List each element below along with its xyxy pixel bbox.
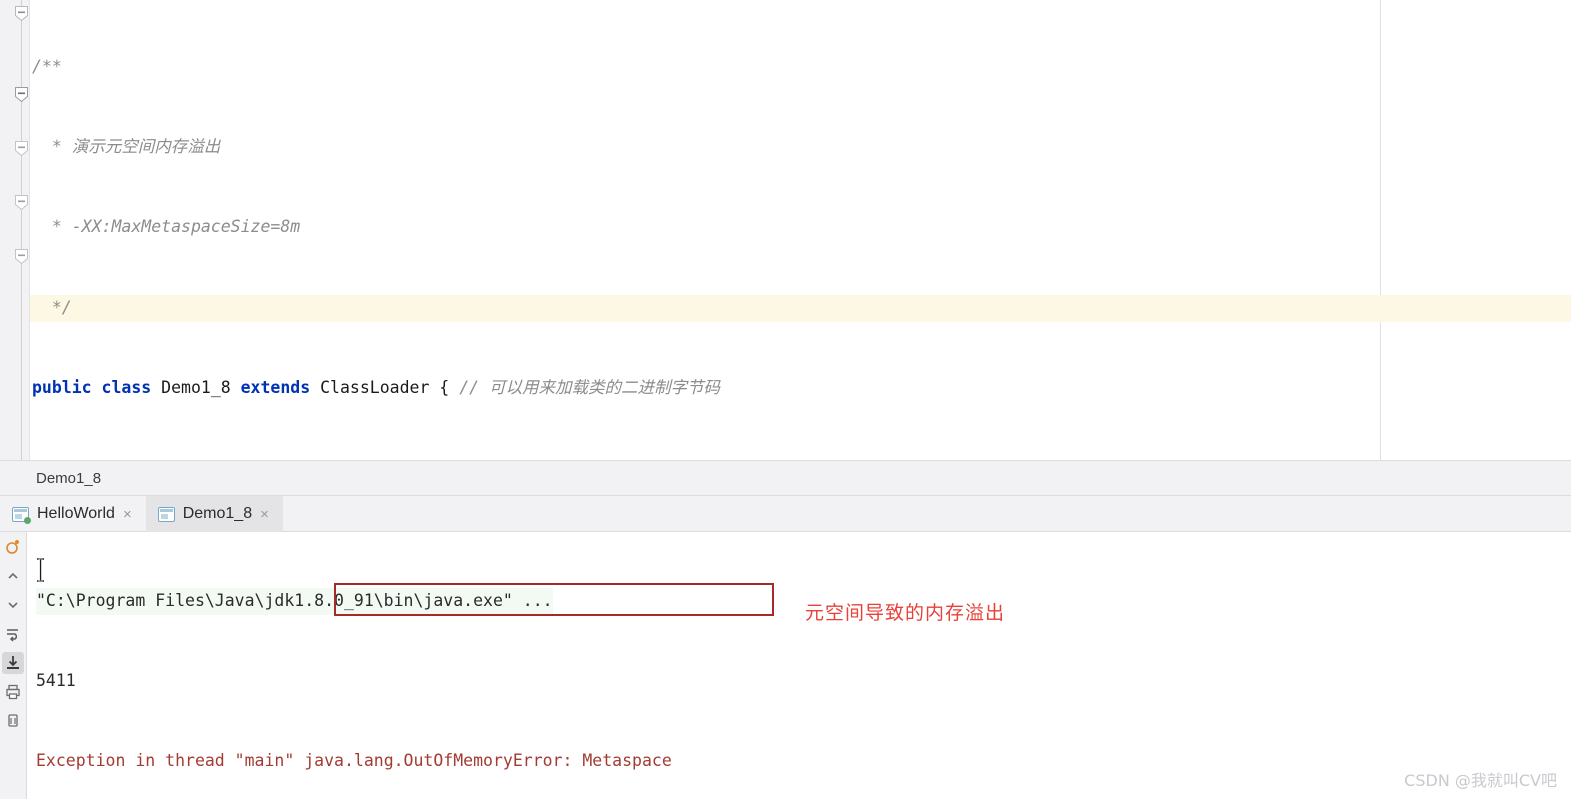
code-line: /** [32, 56, 62, 76]
code-line: * -XX:MaxMetaspaceSize=8m [32, 217, 301, 237]
code-editor[interactable]: /** * 演示元空间内存溢出 * -XX:MaxMetaspaceSize=8… [0, 0, 1571, 460]
fold-marker-icon[interactable] [13, 248, 30, 265]
console-side-toolbar[interactable] [0, 532, 27, 799]
run-tool-window: HelloWorld × Demo1_8 × "C:\Program Files… [0, 496, 1571, 799]
clear-all-icon[interactable] [2, 710, 24, 732]
breadcrumb[interactable]: Demo1_8 [0, 460, 1571, 496]
code-line-highlighted: */ [30, 294, 1571, 322]
csdn-watermark: CSDN @我就叫CV吧 [1404, 771, 1557, 790]
console-stdout-line: 5411 [28, 668, 1571, 695]
stdout-value: 5411 [36, 670, 76, 690]
run-tab-label: HelloWorld [37, 505, 115, 522]
close-icon[interactable]: × [260, 507, 269, 522]
soft-wrap-icon[interactable] [2, 623, 24, 645]
fold-marker-icon[interactable] [13, 5, 30, 22]
console-exception-line: Exception in thread "main" java.lang.Out… [28, 748, 1571, 775]
run-tab-label: Demo1_8 [182, 505, 253, 522]
fold-rail [21, 0, 22, 460]
annotation-label: 元空间导致的内存溢出 [805, 602, 1006, 624]
print-icon[interactable] [2, 681, 24, 703]
down-arrow-icon[interactable] [2, 594, 24, 616]
console-command-line: "C:\Program Files\Java\jdk1.8.0_91\bin\j… [28, 588, 1571, 615]
run-tab-demo1-8[interactable]: Demo1_8 × [145, 496, 283, 532]
close-icon[interactable]: × [123, 507, 132, 522]
intellij-idea-window: /** * 演示元空间内存溢出 * -XX:MaxMetaspaceSize=8… [0, 0, 1571, 799]
fold-marker-icon[interactable] [13, 140, 30, 157]
up-arrow-icon[interactable] [2, 565, 24, 587]
exception-type: java.lang.OutOfMemoryError: Metaspace [304, 750, 672, 770]
run-tab-helloworld[interactable]: HelloWorld × [0, 496, 146, 532]
fold-marker-icon[interactable] [13, 194, 30, 211]
run-config-icon [12, 506, 31, 524]
editor-gutter[interactable] [0, 0, 30, 460]
run-tab-bar[interactable]: HelloWorld × Demo1_8 × [0, 496, 1571, 532]
code-line: * 演示元空间内存溢出 [32, 136, 221, 156]
code-line: public class Demo1_8 extends ClassLoader… [32, 378, 720, 398]
java-command: "C:\Program Files\Java\jdk1.8.0_91\bin\j… [36, 588, 553, 615]
fold-marker-icon[interactable] [13, 86, 30, 103]
run-config-icon [157, 506, 175, 522]
console-output[interactable]: "C:\Program Files\Java\jdk1.8.0_91\bin\j… [28, 532, 1571, 799]
rerun-icon[interactable] [2, 536, 24, 558]
running-indicator-dot [24, 516, 31, 524]
exception-prefix: Exception in thread "main" [36, 750, 305, 770]
code-text-area[interactable]: /** * 演示元空间内存溢出 * -XX:MaxMetaspaceSize=8… [30, 0, 1571, 460]
scroll-to-end-icon[interactable] [2, 652, 24, 674]
mouse-ibeam-cursor [36, 558, 45, 582]
breadcrumb-class[interactable]: Demo1_8 [0, 470, 101, 487]
